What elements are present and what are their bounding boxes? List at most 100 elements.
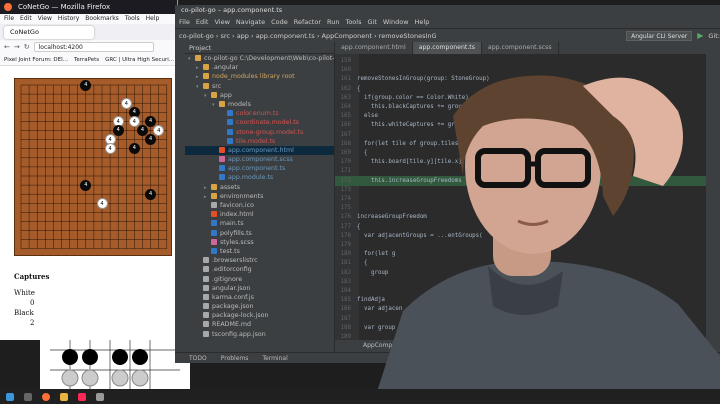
menu-item-view[interactable]: View [38,14,52,24]
tree-item[interactable]: ▸ node_modules library root [185,72,334,81]
tree-item[interactable]: angular.json [185,284,334,293]
tree-item[interactable]: index.html [185,210,334,219]
caret-icon[interactable]: ▸ [196,64,203,72]
bookmark-item[interactable]: TerraPets [74,54,99,65]
breadcrumb-item[interactable]: app [237,32,249,40]
breadcrumb-item[interactable]: AppComponent [322,32,372,40]
caret-icon[interactable]: ▾ [196,83,203,91]
ide-menu-file[interactable]: File [179,16,190,28]
caret-icon[interactable]: ▸ [204,184,211,192]
tree-item[interactable]: .editorconfig [185,265,334,274]
project-header[interactable]: Project [185,42,334,54]
go-stone-black[interactable]: 4 [80,79,92,91]
bookmark-item[interactable]: GRC | Ultra High Securi... [105,54,174,65]
menu-item-bookmarks[interactable]: Bookmarks [85,14,119,24]
ide-menu-help[interactable]: Help [415,16,430,28]
search-icon[interactable] [24,392,32,401]
back-icon[interactable]: ← [4,43,10,51]
tab-conetgo[interactable]: CoNetGo [4,25,94,39]
settings-icon[interactable] [96,392,104,401]
ide-menu-refactor[interactable]: Refactor [294,16,321,28]
editor-tab[interactable]: app.component.ts [412,42,482,54]
go-board[interactable]: 4444444444444444 [14,78,172,256]
tree-item[interactable]: app.component.scss [185,155,334,164]
menu-item-history[interactable]: History [58,14,79,24]
tree-item[interactable]: karma.conf.js [185,293,334,302]
ide-menu-tools[interactable]: Tools [345,16,361,28]
go-stone-white[interactable]: 4 [120,97,132,109]
tree-item[interactable]: .gitignore [185,275,334,284]
windows-icon[interactable] [6,392,14,401]
tree-item[interactable]: coordinate.model.ts [185,118,334,127]
go-stone-white[interactable]: 4 [96,197,108,209]
caret-icon[interactable]: ▾ [188,55,195,63]
breadcrumb-item[interactable]: app.component.ts [256,32,315,40]
tree-item[interactable]: ▾ co-pilot-go C:\Development\Web\co-pilot… [185,54,334,63]
breadcrumb-item[interactable]: src [220,32,230,40]
tree-item[interactable]: main.ts [185,219,334,228]
forward-icon[interactable]: → [14,43,20,51]
tree-item[interactable]: ▾ app [185,91,334,100]
tree-item[interactable]: color.enum.ts [185,109,334,118]
tree-item[interactable]: ▾ models [185,100,334,109]
menu-item-edit[interactable]: Edit [20,14,32,24]
ide-menu-window[interactable]: Window [383,16,409,28]
status-tab-problems[interactable]: Problems [221,353,249,363]
ide-titlebar: co-pilot-go – app.component.ts [175,5,720,16]
tree-item[interactable]: ▸ environments [185,192,334,201]
tree-item[interactable]: ▾ src [185,82,334,91]
editor-tab[interactable]: app.component.html [335,42,413,54]
tree-item[interactable]: styles.scss [185,238,334,247]
tree-item-label: test.ts [220,247,240,255]
run-icon[interactable]: ▶ [697,31,703,40]
tree-item[interactable]: favicon.ico [185,201,334,210]
breadcrumb-item[interactable]: removeStonesInG [379,32,437,40]
caret-icon[interactable]: ▸ [204,193,211,201]
go-stone-white[interactable]: 4 [104,143,116,155]
tree-item[interactable]: .browserslistrc [185,256,334,265]
tree-item[interactable]: package.json [185,302,334,311]
tree-item[interactable]: tsconfig.app.json [185,330,334,339]
caret-icon[interactable]: ▾ [212,101,219,109]
file-icon [211,247,217,254]
caret-icon[interactable]: ▸ [196,73,203,81]
menu-item-help[interactable]: Help [146,14,160,24]
explorer-icon[interactable] [60,392,68,401]
menu-item-tools[interactable]: Tools [125,14,140,24]
tree-item[interactable]: package-lock.json [185,311,334,320]
ide-menu-edit[interactable]: Edit [196,16,209,28]
ide-menu-git[interactable]: Git [367,16,376,28]
tree-item[interactable]: polyfills.ts [185,229,334,238]
ide-menu-code[interactable]: Code [271,16,288,28]
tree-item[interactable]: tile.model.ts [185,137,334,146]
go-stone-black[interactable]: 4 [128,143,140,155]
tree-item[interactable]: stone-group.model.ts [185,128,334,137]
tree-item[interactable]: test.ts [185,247,334,256]
tree-item[interactable]: ▸ assets [185,183,334,192]
bookmark-item[interactable]: Pixel Joint Forum: DEI... [4,54,68,65]
caret-icon[interactable]: ▾ [204,92,211,100]
breadcrumb-item[interactable]: co-pilot-go [179,32,214,40]
reload-icon[interactable]: ↻ [24,43,30,51]
run-config-select[interactable]: Angular CLI Server [626,30,693,41]
tree-item-label: package.json [212,303,254,311]
ide-menu-view[interactable]: View [214,16,229,28]
url-bar[interactable]: localhost:4200 [33,42,154,52]
menu-item-file[interactable]: File [4,14,14,24]
tree-item[interactable]: app.component.ts [185,164,334,173]
editor-tab[interactable]: app.component.scss [482,42,559,54]
tree-item[interactable]: README.md [185,320,334,329]
go-stone-black[interactable]: 4 [112,125,124,136]
go-stone-black[interactable]: 4 [145,188,157,200]
tree-item[interactable]: ▸ .angular [185,63,334,72]
go-stone-black[interactable]: 4 [80,179,92,191]
ide-taskbar-icon[interactable] [78,392,86,401]
firefox-taskbar-icon[interactable] [42,392,50,401]
ide-window-title: co-pilot-go – app.component.ts [181,6,283,14]
ide-menu-run[interactable]: Run [327,16,339,28]
tree-item[interactable]: app.module.ts [185,173,334,182]
status-tab-todo[interactable]: TODO [189,353,207,363]
tree-item[interactable]: app.component.html [185,145,334,156]
ide-menu-navigate[interactable]: Navigate [236,16,265,28]
status-tab-terminal[interactable]: Terminal [262,353,287,363]
